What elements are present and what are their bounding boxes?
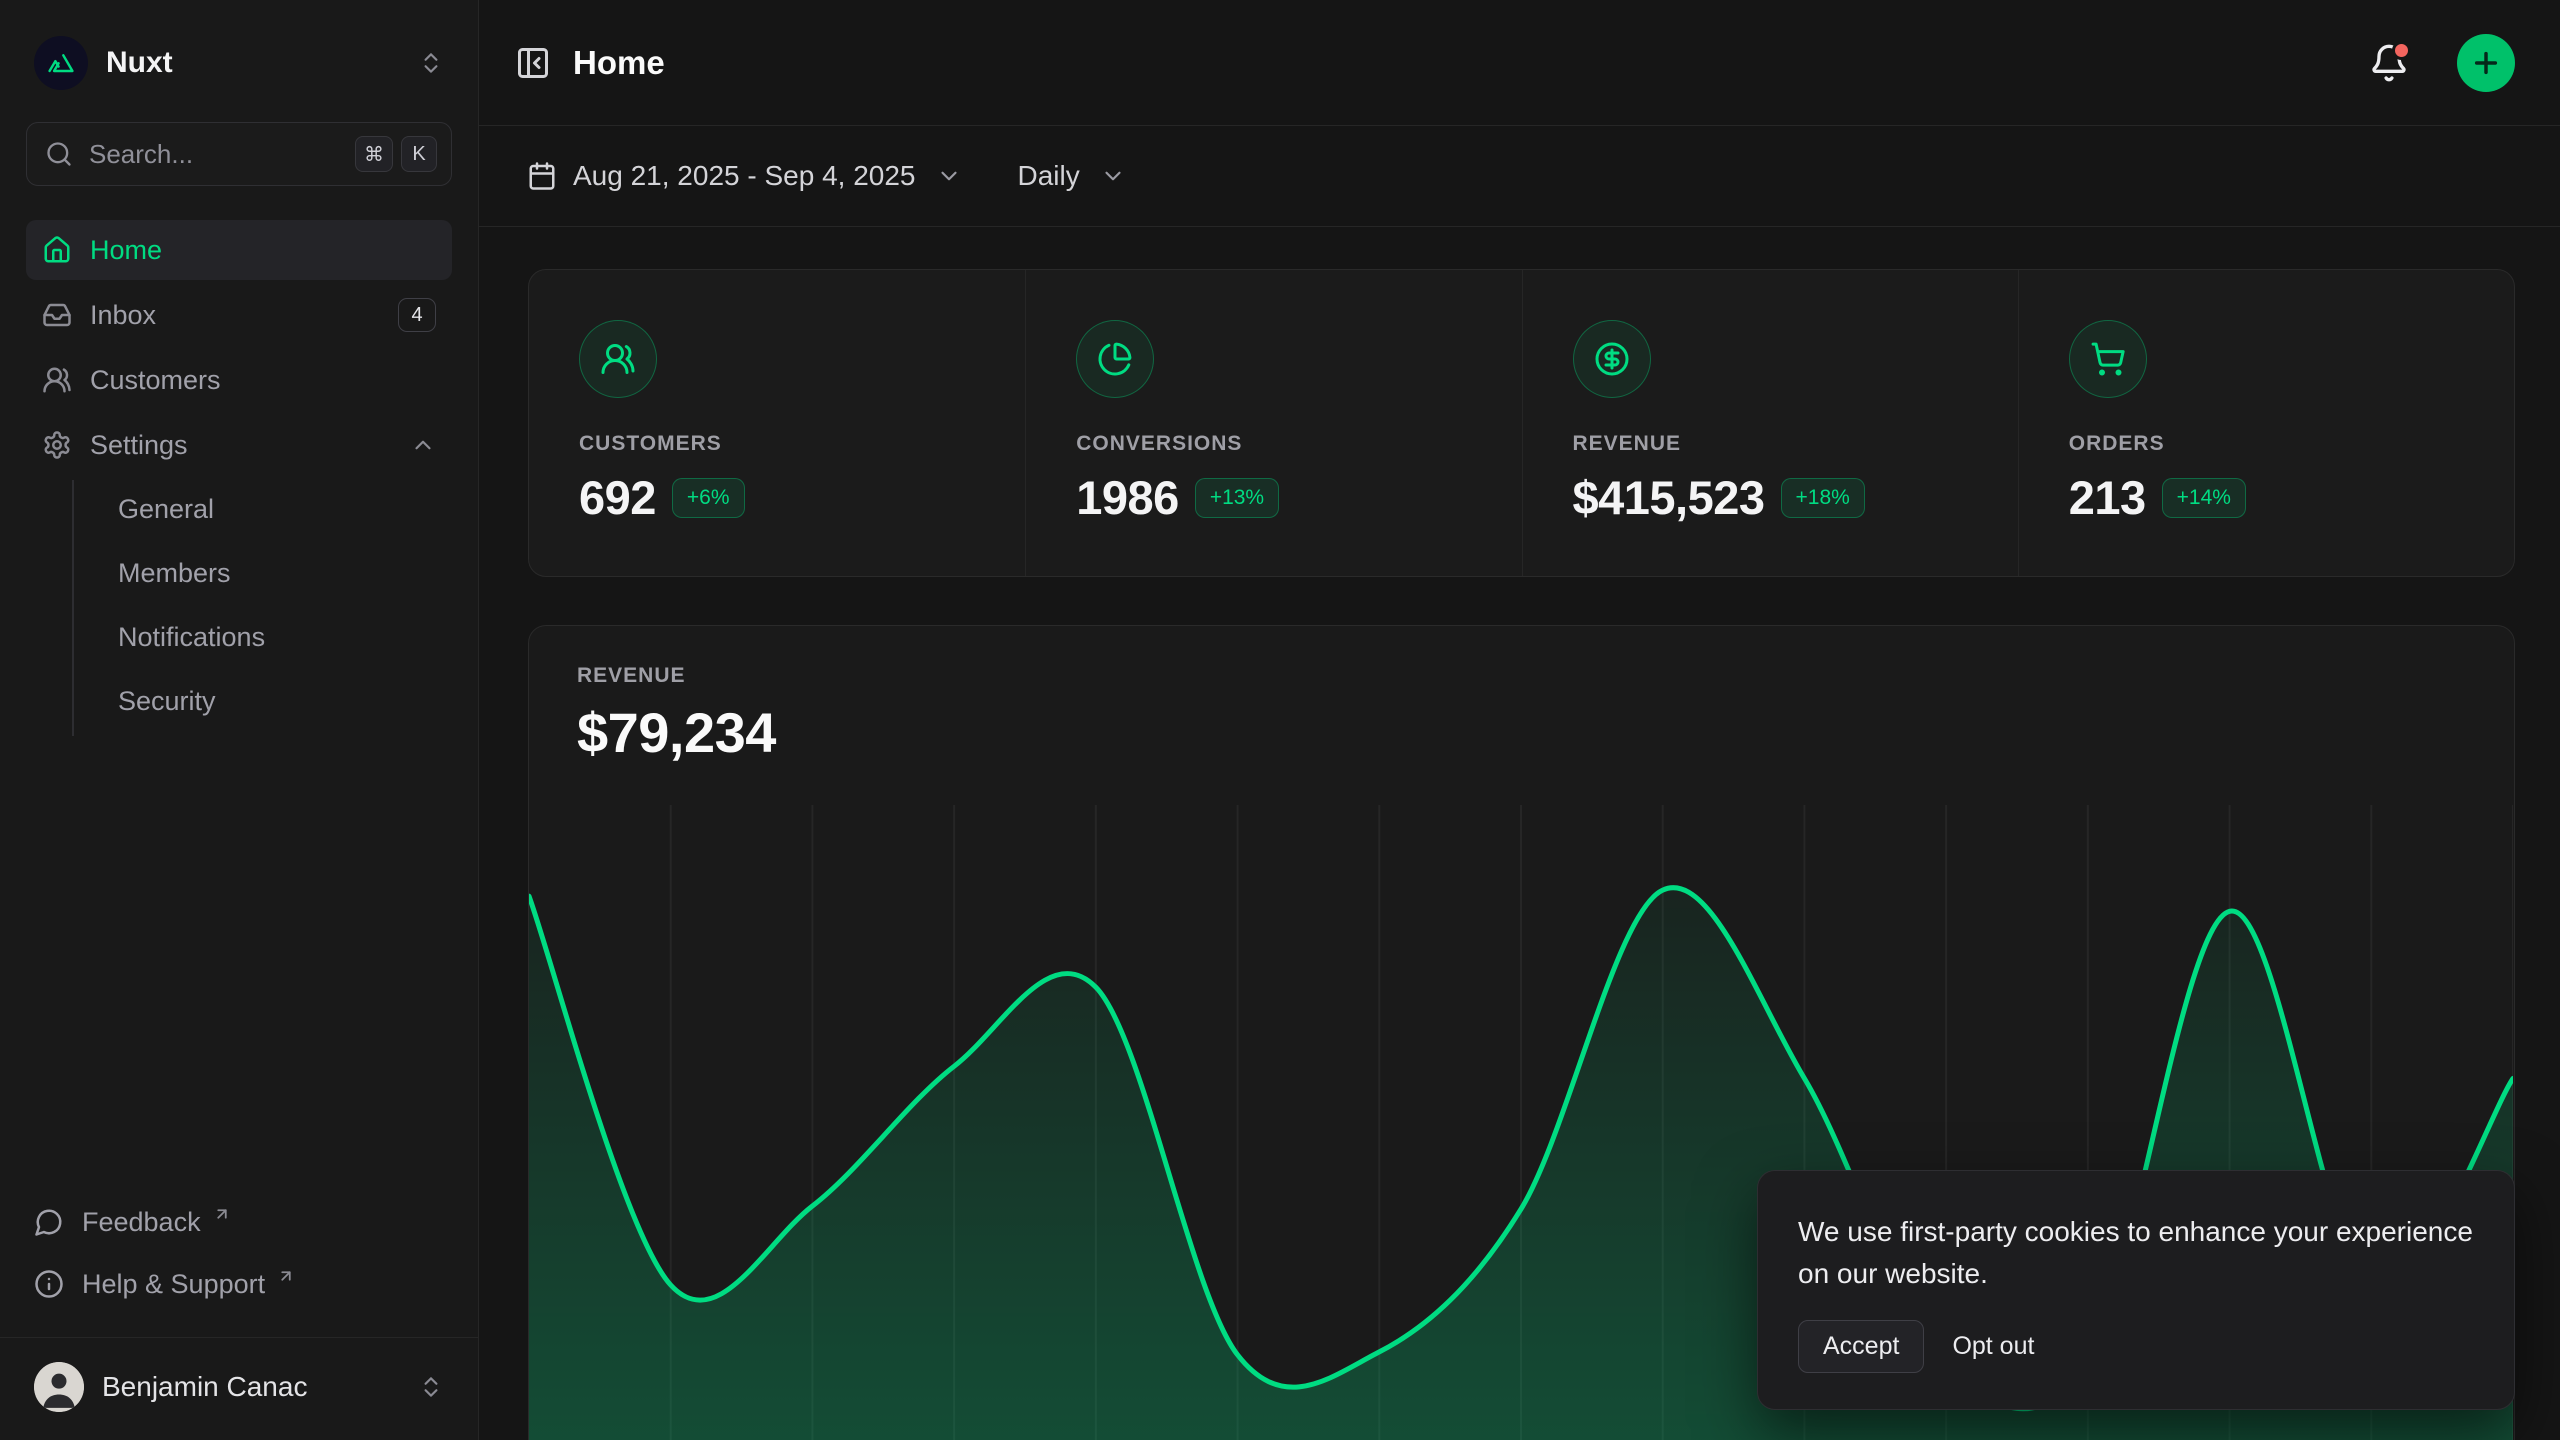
stats-card-group: CUSTOMERS 692 +6% CONVERSIONS 1986 +13%	[528, 269, 2515, 577]
interval-select[interactable]: Daily	[1018, 160, 1126, 192]
stat-cell-orders[interactable]: ORDERS 213 +14%	[2018, 270, 2514, 576]
sidebar-item-customers[interactable]: Customers	[26, 350, 452, 410]
search-shortcut: ⌘ K	[355, 136, 437, 172]
sidebar-item-label: Customers	[90, 365, 221, 396]
calendar-icon	[527, 161, 557, 191]
external-link-icon	[277, 1267, 295, 1285]
user-name: Benjamin Canac	[102, 1371, 400, 1403]
dashboard-content: CUSTOMERS 692 +6% CONVERSIONS 1986 +13%	[479, 227, 2560, 1440]
page-header: Home	[479, 0, 2560, 126]
sidebar-item-settings[interactable]: Settings	[26, 415, 452, 475]
sidebar-item-notifications[interactable]: Notifications	[106, 608, 452, 666]
sidebar-item-security[interactable]: Security	[106, 672, 452, 730]
page-title: Home	[573, 44, 2347, 82]
avatar	[34, 1362, 84, 1412]
collapse-sidebar-button[interactable]	[515, 45, 551, 81]
settings-subnav: General Members Notifications Security	[72, 480, 452, 736]
pie-chart-icon	[1076, 320, 1154, 398]
sidebar-nav: Home Inbox 4 Customers Settings	[26, 220, 452, 736]
info-circle-icon	[34, 1269, 64, 1299]
revenue-total: $79,234	[577, 700, 2466, 765]
inbox-count-badge: 4	[398, 298, 436, 332]
chevrons-up-down-icon	[418, 1374, 444, 1400]
sidebar-item-inbox[interactable]: Inbox 4	[26, 285, 452, 345]
inbox-icon	[42, 300, 72, 330]
footer-link-label: Feedback	[82, 1207, 201, 1238]
stat-label: CONVERSIONS	[1076, 432, 1481, 456]
sidebar-item-general[interactable]: General	[106, 480, 452, 538]
date-range-picker[interactable]: Aug 21, 2025 - Sep 4, 2025	[527, 160, 962, 192]
dollar-circle-icon	[1573, 320, 1651, 398]
plus-icon	[2470, 47, 2502, 79]
stat-value: $415,523	[1573, 470, 1765, 525]
chevrons-up-down-icon	[418, 50, 444, 76]
sidebar-item-label: Settings	[90, 430, 188, 461]
stat-cell-customers[interactable]: CUSTOMERS 692 +6%	[529, 270, 1025, 576]
notifications-button[interactable]	[2369, 43, 2409, 83]
stat-label: ORDERS	[2069, 432, 2474, 456]
stat-delta-badge: +14%	[2162, 478, 2246, 518]
sidebar-item-members[interactable]: Members	[106, 544, 452, 602]
users-icon	[579, 320, 657, 398]
shopping-cart-icon	[2069, 320, 2147, 398]
feedback-link[interactable]: Feedback	[26, 1195, 452, 1249]
stat-cell-revenue[interactable]: REVENUE $415,523 +18%	[1522, 270, 2018, 576]
search-placeholder: Search...	[89, 139, 339, 170]
sidebar-item-label: Inbox	[90, 300, 156, 331]
opt-out-button[interactable]: Opt out	[1946, 1321, 2040, 1372]
stat-delta-badge: +18%	[1781, 478, 1865, 518]
notification-dot	[2392, 41, 2411, 60]
main-area: Home Aug 21, 2025 - Sep 4, 2025 Daily	[479, 0, 2560, 1440]
nuxt-logo-icon	[34, 36, 88, 90]
sidebar-item-label: Home	[90, 235, 162, 266]
stat-cell-conversions[interactable]: CONVERSIONS 1986 +13%	[1025, 270, 1521, 576]
date-range-value: Aug 21, 2025 - Sep 4, 2025	[573, 160, 916, 192]
revenue-label: REVENUE	[577, 664, 2466, 688]
external-link-icon	[213, 1205, 231, 1223]
stat-label: CUSTOMERS	[579, 432, 985, 456]
stat-value: 213	[2069, 470, 2146, 525]
kbd-cmd: ⌘	[355, 136, 393, 172]
house-icon	[42, 235, 72, 265]
accept-button[interactable]: Accept	[1798, 1320, 1924, 1373]
add-new-button[interactable]	[2457, 34, 2515, 92]
search-icon	[45, 140, 73, 168]
kbd-k: K	[401, 136, 437, 172]
stat-delta-badge: +6%	[672, 478, 745, 518]
chevron-down-icon	[1100, 163, 1126, 189]
search-input[interactable]: Search... ⌘ K	[26, 122, 452, 186]
interval-value: Daily	[1018, 160, 1080, 192]
stat-value: 1986	[1076, 470, 1179, 525]
user-menu[interactable]: Benjamin Canac	[26, 1338, 452, 1440]
cookie-message: We use first-party cookies to enhance yo…	[1798, 1211, 2474, 1294]
users-icon	[42, 365, 72, 395]
help-support-link[interactable]: Help & Support	[26, 1257, 452, 1311]
cookie-banner: We use first-party cookies to enhance yo…	[1757, 1170, 2515, 1410]
workspace-switcher[interactable]: Nuxt	[26, 0, 452, 100]
chevron-down-icon	[936, 163, 962, 189]
sidebar: Nuxt Search... ⌘ K Home Inbox 4	[0, 0, 479, 1440]
stat-delta-badge: +13%	[1195, 478, 1279, 518]
sidebar-item-home[interactable]: Home	[26, 220, 452, 280]
stat-value: 692	[579, 470, 656, 525]
stat-label: REVENUE	[1573, 432, 1978, 456]
app-title: Nuxt	[106, 46, 400, 80]
message-circle-icon	[34, 1207, 64, 1237]
footer-link-label: Help & Support	[82, 1269, 265, 1300]
chevron-up-icon	[410, 432, 436, 458]
gear-icon	[42, 430, 72, 460]
filters-toolbar: Aug 21, 2025 - Sep 4, 2025 Daily	[479, 126, 2560, 227]
